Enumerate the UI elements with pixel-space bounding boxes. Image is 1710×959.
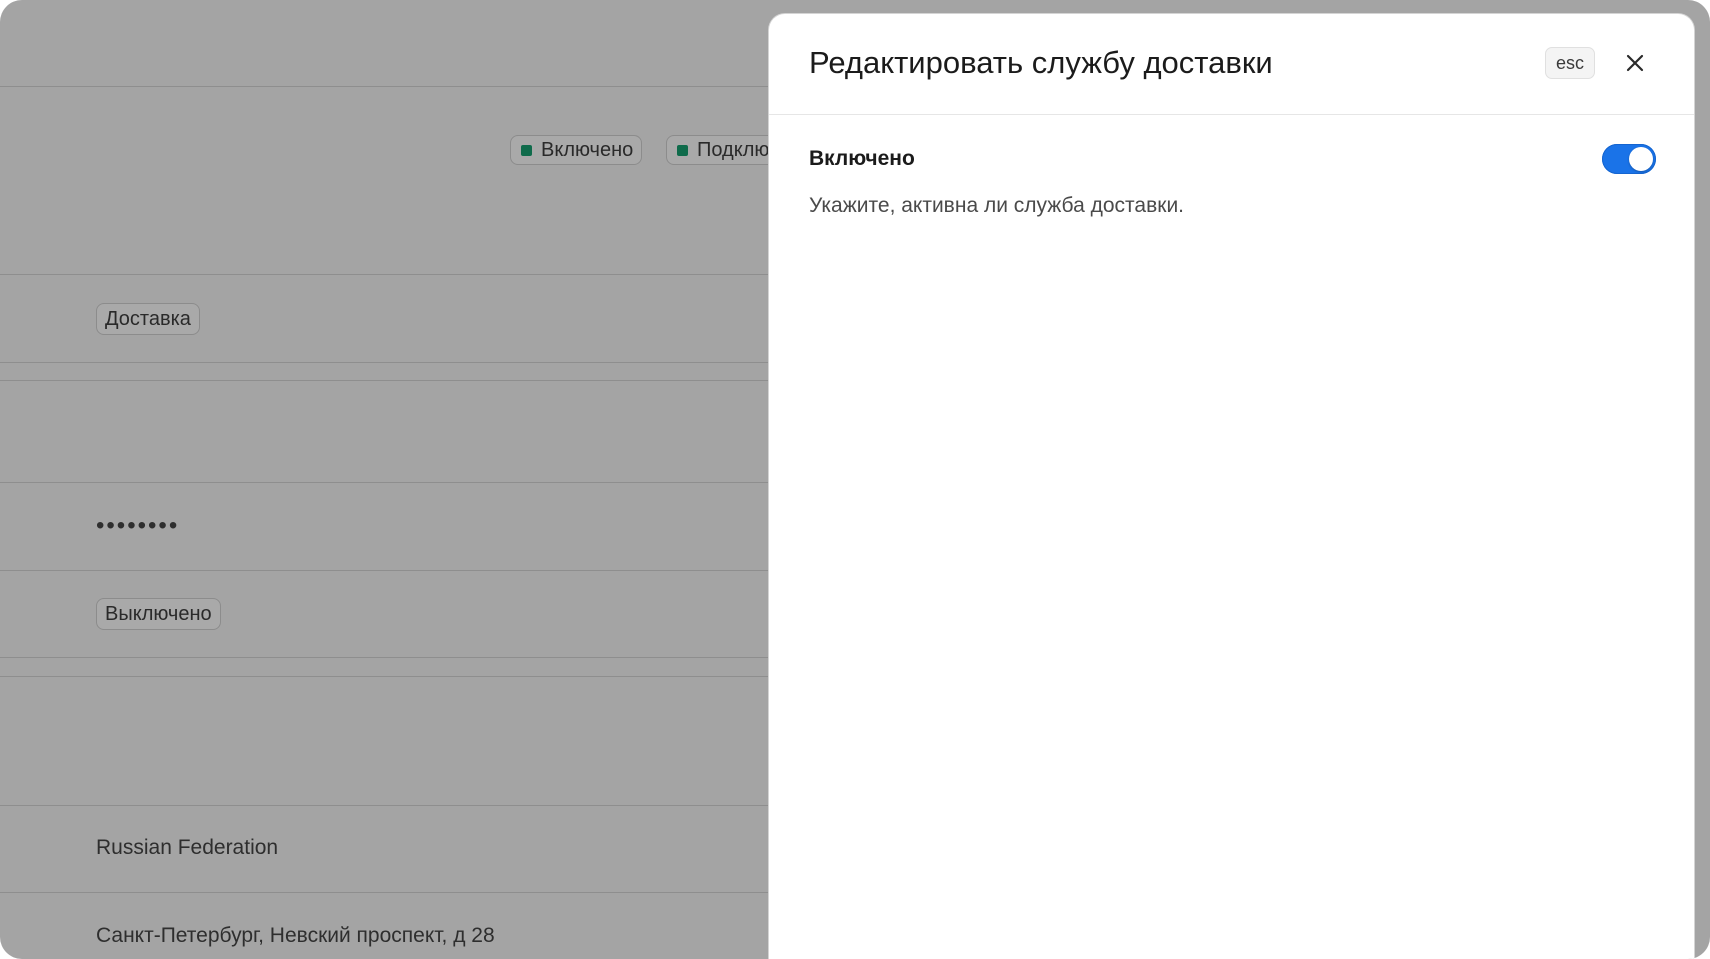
divider [0, 362, 770, 363]
enabled-toggle[interactable] [1602, 144, 1656, 174]
divider [0, 657, 770, 658]
status-badge-connected: Подклю [666, 135, 779, 165]
status-badge-enabled: Включено [510, 135, 643, 165]
enabled-field-hint: Укажите, активна ли служба доставки. [809, 194, 1185, 217]
mode-tag: Выключено [96, 598, 221, 630]
esc-shortcut-hint: esc [1545, 47, 1595, 79]
status-dot-icon [521, 144, 532, 156]
divider [0, 380, 770, 381]
status-badge-label: Подклю [697, 138, 770, 161]
address-value: Санкт-Петербург, Невский проспект, д 28 [96, 924, 495, 947]
country-value: Russian Federation [96, 836, 279, 859]
divider [0, 676, 770, 677]
type-tag: Доставка [96, 303, 200, 335]
drawer-title: Редактировать службу доставки [809, 45, 1273, 80]
enabled-field-label: Включено [809, 147, 915, 170]
divider [0, 805, 770, 806]
drawer-header: Редактировать службу доставки esc [769, 14, 1694, 115]
divider [0, 86, 770, 87]
status-dot-icon [677, 144, 688, 156]
password-value: •••••••• [96, 512, 180, 539]
edit-delivery-drawer: Редактировать службу доставки esc Включе… [769, 14, 1694, 959]
divider [0, 482, 770, 483]
app-window: Включено Подклю Доставка •••••••• Выключ… [0, 0, 1710, 959]
status-badge-label: Включено [541, 138, 634, 161]
close-button[interactable] [1621, 49, 1649, 77]
divider [0, 570, 770, 571]
toggle-knob [1629, 147, 1653, 171]
divider [0, 892, 770, 893]
divider [0, 274, 770, 275]
close-icon [1626, 54, 1644, 72]
